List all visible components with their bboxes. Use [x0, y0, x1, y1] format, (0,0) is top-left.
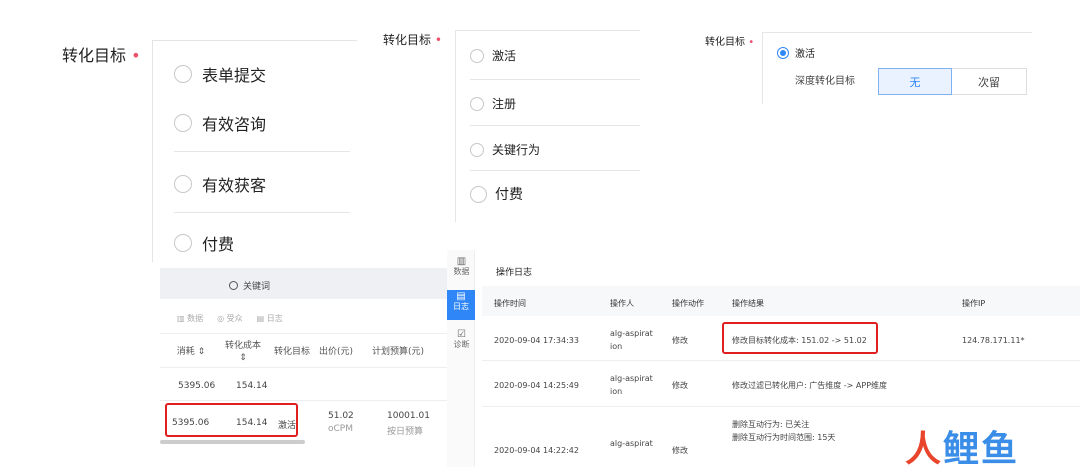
col-cpa[interactable]: 转化成本 ⇕: [223, 340, 263, 364]
log-header-row: [482, 286, 1080, 316]
log-row2-operator: alg-aspirat ion: [610, 374, 653, 396]
segment-none[interactable]: 无: [878, 68, 952, 95]
side-data[interactable]: ▥ 数据: [449, 257, 474, 277]
log-row1-operator: alg-aspirat ion: [610, 329, 653, 351]
log-sidebar: [447, 250, 475, 467]
toolbar-log[interactable]: ▤ 日志: [257, 313, 283, 324]
option-pay-2[interactable]: 付费: [470, 184, 523, 204]
radio-icon[interactable]: [174, 114, 192, 132]
col-target: 转化目标: [273, 347, 310, 357]
radio-icon[interactable]: [470, 48, 484, 63]
side-log[interactable]: ▤ 日志: [447, 290, 475, 320]
radio-icon[interactable]: [174, 65, 192, 83]
radio-icon[interactable]: [174, 175, 192, 193]
radio-selected-icon[interactable]: [777, 46, 789, 59]
segment-next-day-retain[interactable]: 次留: [952, 68, 1027, 95]
log-icon: ▤: [456, 291, 466, 302]
log-highlight-box: [722, 322, 878, 354]
row2-bid-type: oCPM: [328, 424, 353, 434]
option-activate-selected[interactable]: 激活: [777, 45, 815, 60]
chart-icon: ▥: [456, 256, 467, 267]
table-scrollbar[interactable]: [160, 440, 305, 444]
radio-icon[interactable]: [470, 96, 484, 111]
col-cost[interactable]: 消耗 ⇕: [176, 346, 206, 358]
toolbar-data[interactable]: ▥ 数据: [177, 313, 203, 324]
log-col-result: 操作结果: [732, 299, 764, 308]
log-row2-action: 修改: [672, 381, 688, 390]
option-register[interactable]: 注册: [470, 95, 516, 112]
option-pay[interactable]: 付费: [174, 231, 234, 255]
log-row1-time: 2020-09-04 17:34:33: [494, 336, 579, 345]
deep-conversion-label: 深度转化目标: [795, 76, 855, 87]
radio-icon[interactable]: [174, 234, 192, 252]
tab-keyword[interactable]: 关键词: [229, 279, 270, 292]
row2-budget: 10001.01: [387, 411, 430, 421]
option-activate[interactable]: 激活: [470, 47, 516, 64]
log-title: 操作日志: [496, 268, 533, 278]
log-row3-operator: alg-aspirat: [610, 439, 653, 448]
log-row3-action: 修改: [672, 446, 688, 455]
toolbar-audience[interactable]: ◎ 受众: [217, 313, 243, 324]
log-col-operator: 操作人: [610, 299, 634, 308]
watermark-text: 鲤鱼: [943, 429, 1020, 467]
row2-budget-type: 按日预算: [387, 427, 424, 437]
watermark-logo: 人鲤鱼: [905, 420, 1019, 467]
log-row1-action: 修改: [672, 336, 688, 345]
option-form-submit[interactable]: 表单提交: [174, 62, 266, 86]
radio-icon[interactable]: [470, 142, 484, 157]
radio-icon[interactable]: [470, 185, 487, 203]
log-row3-time: 2020-09-04 14:22:42: [494, 446, 579, 455]
option-valid-consult[interactable]: 有效咨询: [174, 111, 266, 135]
keyword-tab-bar: [160, 268, 447, 299]
log-row3-result: 删除互动行为: 已关注 删除互动行为时间范围: 15天: [732, 420, 836, 442]
table-toolbar: ▥ 数据 ◎ 受众 ▤ 日志: [177, 313, 283, 324]
watermark-mark: 人: [905, 429, 944, 467]
side-diagnose[interactable]: ☑ 诊断: [449, 330, 474, 350]
conversion-target-label-3: 转化目标 •: [705, 37, 755, 48]
row1-cost: 5395.06: [178, 381, 216, 391]
keyword-icon: [229, 281, 238, 290]
log-col-ip: 操作IP: [962, 299, 986, 308]
row2-bid: 51.02: [328, 411, 354, 421]
conversion-target-label-2: 转化目标 •: [383, 33, 442, 47]
option-key-action[interactable]: 关键行为: [470, 141, 540, 158]
log-row2-time: 2020-09-04 14:25:49: [494, 381, 579, 390]
conversion-target-label: 转化目标 •: [62, 46, 141, 65]
log-row2-result: 修改过滤已转化用户: 广告维度 -> APP维度: [732, 381, 888, 390]
col-bid: 出价(元): [318, 347, 354, 357]
highlight-box: [165, 403, 298, 437]
diagnose-icon: ☑: [457, 329, 466, 340]
required-mark: •: [131, 46, 141, 65]
log-col-time: 操作时间: [494, 299, 526, 308]
col-budget: 计划预算(元): [371, 347, 425, 357]
option-valid-customer[interactable]: 有效获客: [174, 172, 266, 196]
row1-cpa: 154.14: [236, 381, 268, 391]
log-col-action: 操作动作: [672, 299, 704, 308]
log-row1-ip: 124.78.171.11*: [962, 336, 1025, 345]
